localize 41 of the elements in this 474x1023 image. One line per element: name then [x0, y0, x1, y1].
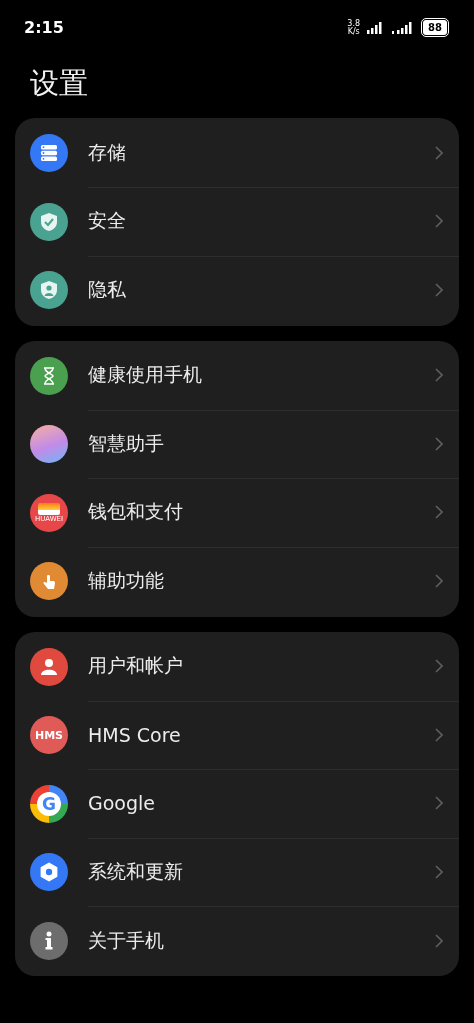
chevron-icon	[435, 933, 443, 948]
page-title: 设置	[29, 65, 89, 102]
settings-label: 安全	[88, 208, 126, 234]
settings-item[interactable]: 系统和更新	[15, 838, 459, 907]
network-speed: 3.8 K/s	[347, 19, 361, 36]
settings-item[interactable]: 用户和帐户	[15, 632, 459, 701]
brand-label: G	[37, 791, 61, 816]
chevron-icon	[435, 214, 443, 229]
settings-label: 用户和帐户	[88, 653, 183, 679]
chevron-icon	[435, 864, 443, 879]
settings-item[interactable]: 关于手机	[15, 906, 459, 975]
settings-item[interactable]: G Google	[15, 769, 459, 838]
chevron-icon	[435, 283, 443, 298]
settings-label: HMS Core	[88, 723, 181, 746]
chevron-icon	[435, 368, 443, 383]
settings-label: 隐私	[88, 277, 126, 303]
settings-item[interactable]: 安全	[15, 187, 459, 256]
settings-label: 智慧助手	[88, 430, 164, 456]
chevron-icon	[435, 796, 443, 811]
settings-item[interactable]: 智慧助手	[15, 410, 459, 479]
settings-label: Google	[88, 792, 155, 815]
chevron-icon	[435, 659, 443, 674]
settings-label: 健康使用手机	[88, 362, 202, 388]
settings-label: 辅助功能	[88, 568, 164, 594]
settings-label: 系统和更新	[88, 858, 183, 884]
settings-item[interactable]: 健康使用手机	[15, 341, 459, 410]
settings-label: 钱包和支付	[88, 499, 183, 525]
chevron-icon	[435, 145, 443, 160]
chevron-icon	[435, 727, 443, 742]
settings-label: 关于手机	[88, 927, 164, 953]
battery-indicator: 88	[423, 20, 447, 35]
settings-item[interactable]: HMS HMS Core	[15, 701, 459, 770]
chevron-icon	[435, 505, 443, 520]
settings-item[interactable]: 存储	[15, 119, 459, 188]
settings-item[interactable]: 辅助功能	[15, 547, 459, 616]
brand-label: HMS	[34, 728, 64, 742]
settings-item[interactable]: 隐私	[15, 256, 459, 325]
status-time: 2:15	[24, 18, 64, 37]
settings-label: 存储	[88, 139, 126, 165]
chevron-icon	[435, 574, 443, 589]
chevron-icon	[435, 436, 443, 451]
